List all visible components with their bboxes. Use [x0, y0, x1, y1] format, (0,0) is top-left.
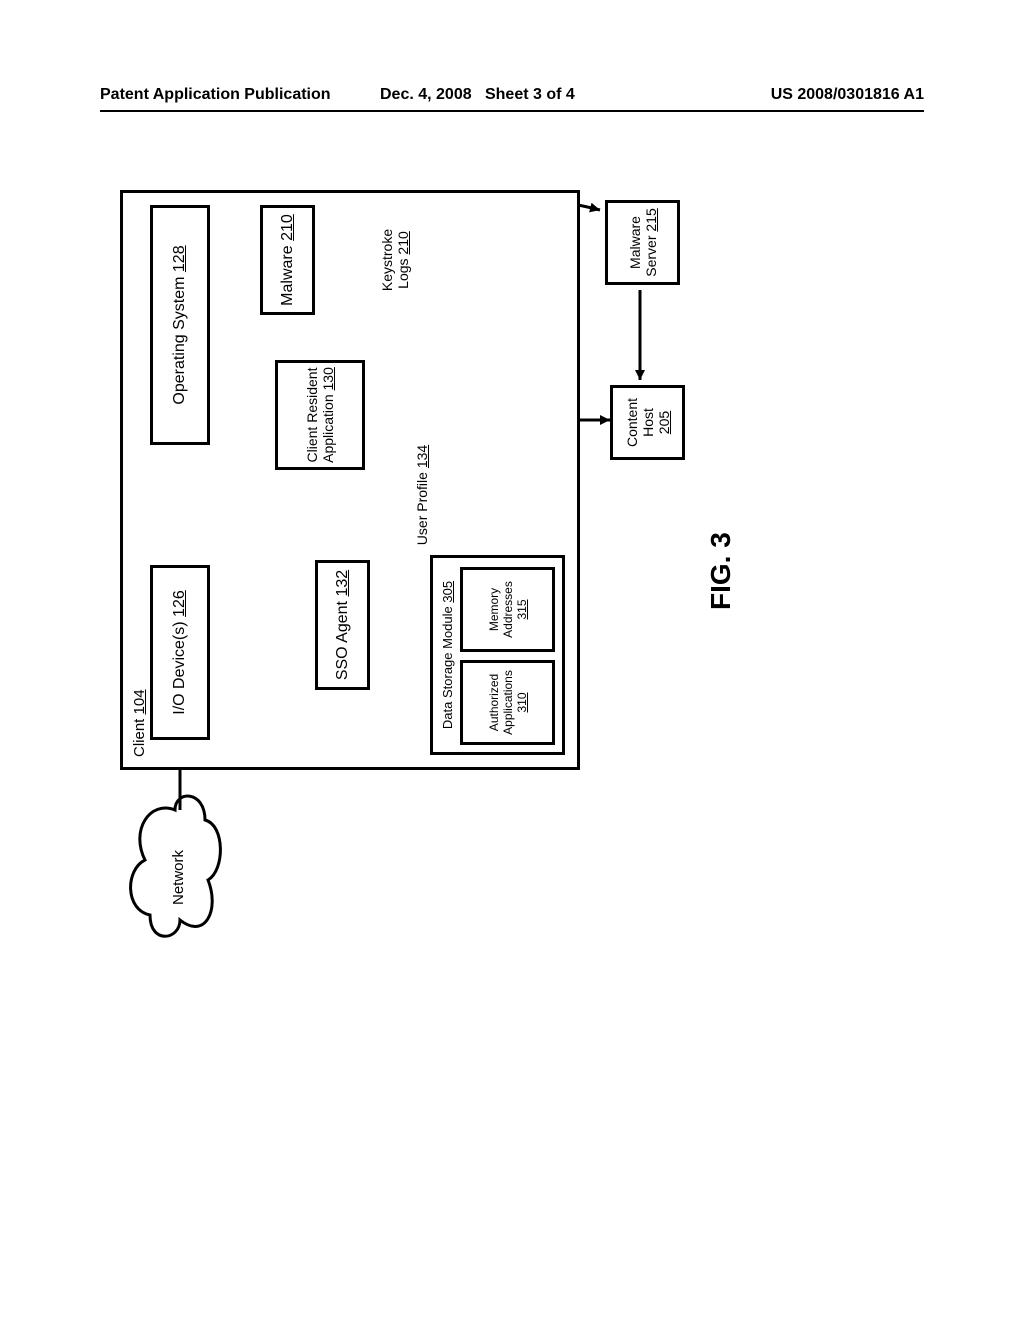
malware-box: Malware 210 [260, 205, 315, 315]
figure-label: FIG. 3 [705, 532, 737, 610]
sso-agent-box: SSO Agent 132 [315, 560, 370, 690]
content-host-box: Content Host 205 [610, 385, 685, 460]
authorized-apps-box: Authorized Applications 310 [460, 660, 555, 745]
io-devices-box: I/O Device(s) 126 [150, 565, 210, 740]
client-label: Client 104 [127, 689, 148, 763]
user-profile-doc: User Profile 134 [402, 440, 442, 550]
hdr-left: Patent Application Publication [100, 86, 331, 104]
hdr-right: US 2008/0301816 A1 [771, 86, 924, 104]
hdr-mid: Dec. 4, 2008 Sheet 3 of 4 [380, 86, 575, 104]
network-label: Network [170, 850, 187, 905]
malware-server-box: Malware Server 215 [605, 200, 680, 285]
operating-system-box: Operating System 128 [150, 205, 210, 445]
client-resident-app-box: Client Resident Application 130 [275, 360, 365, 470]
keystroke-logs-doc: Keystroke Logs 210 [370, 210, 420, 310]
page-header: Patent Application Publication Dec. 4, 2… [100, 86, 924, 112]
memory-addresses-box: Memory Addresses 315 [460, 567, 555, 652]
